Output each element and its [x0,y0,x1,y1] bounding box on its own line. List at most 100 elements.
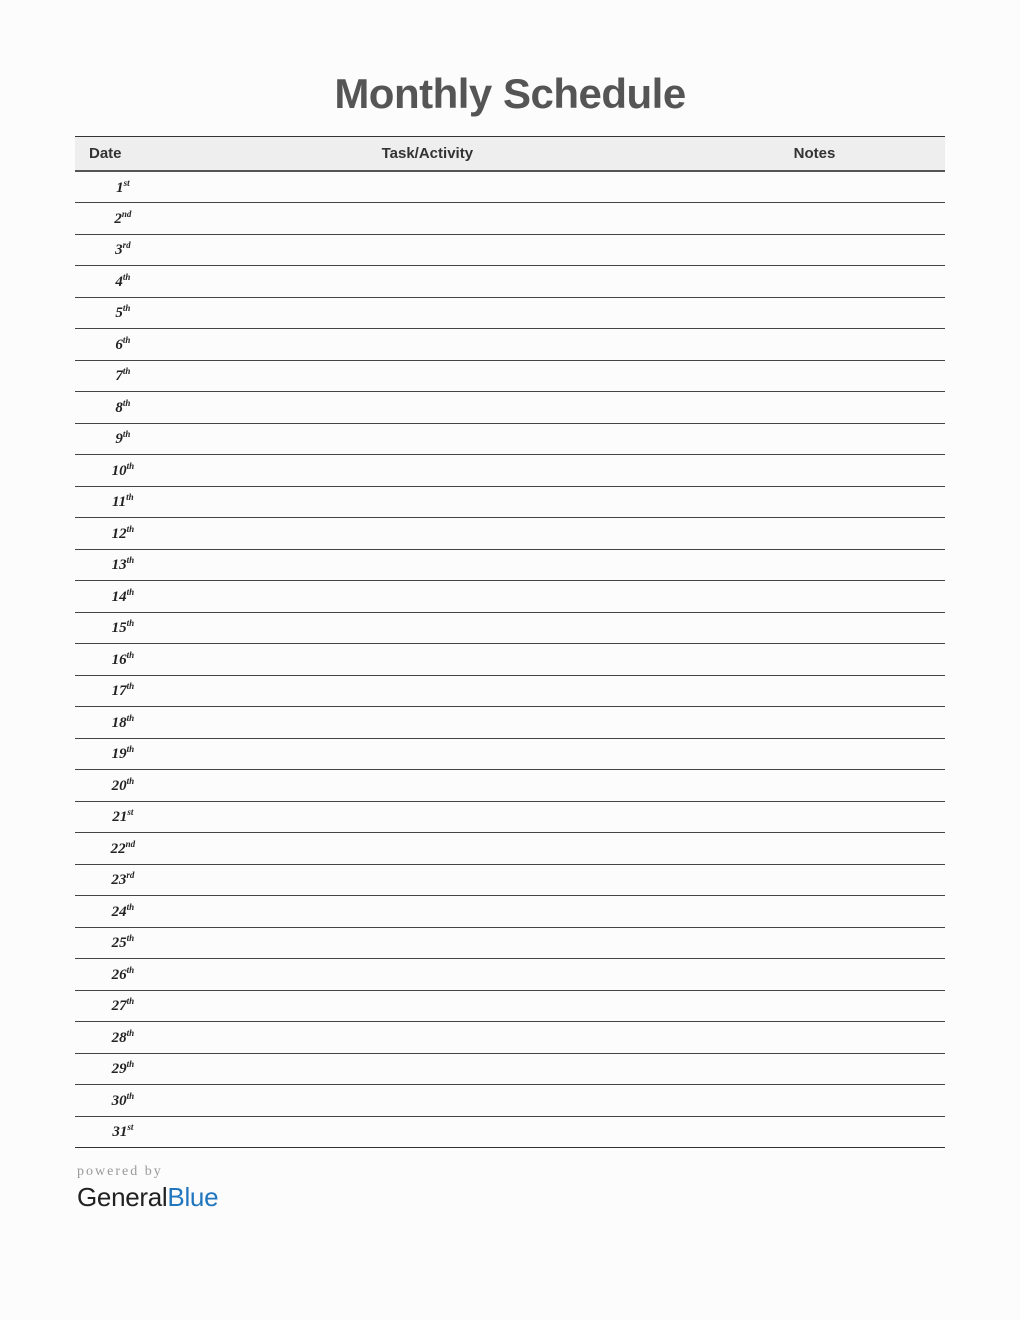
table-row: 15th [75,612,945,644]
brand-part2: Blue [167,1182,218,1212]
col-header-notes: Notes [684,137,945,172]
date-suffix: th [123,366,131,376]
notes-cell[interactable] [684,864,945,896]
date-suffix: rd [126,870,134,880]
notes-cell[interactable] [684,423,945,455]
task-cell[interactable] [171,234,684,266]
task-cell[interactable] [171,864,684,896]
notes-cell[interactable] [684,1053,945,1085]
task-cell[interactable] [171,1053,684,1085]
notes-cell[interactable] [684,896,945,928]
date-suffix: st [127,807,133,817]
notes-cell[interactable] [684,203,945,235]
task-cell[interactable] [171,927,684,959]
notes-cell[interactable] [684,234,945,266]
notes-cell[interactable] [684,486,945,518]
notes-cell[interactable] [684,738,945,770]
notes-cell[interactable] [684,801,945,833]
task-cell[interactable] [171,581,684,613]
notes-cell[interactable] [684,266,945,298]
date-cell: 15th [75,612,171,644]
table-row: 17th [75,675,945,707]
table-row: 23rd [75,864,945,896]
task-cell[interactable] [171,738,684,770]
task-cell[interactable] [171,549,684,581]
task-cell[interactable] [171,833,684,865]
task-cell[interactable] [171,329,684,361]
notes-cell[interactable] [684,455,945,487]
table-row: 1st [75,171,945,203]
date-suffix: th [127,965,135,975]
notes-cell[interactable] [684,770,945,802]
date-number: 17 [112,683,127,699]
task-cell[interactable] [171,360,684,392]
date-cell: 22nd [75,833,171,865]
task-cell[interactable] [171,171,684,203]
task-cell[interactable] [171,896,684,928]
date-number: 6 [115,337,123,353]
date-cell: 8th [75,392,171,424]
task-cell[interactable] [171,297,684,329]
task-cell[interactable] [171,675,684,707]
date-suffix: th [127,1028,135,1038]
task-cell[interactable] [171,644,684,676]
notes-cell[interactable] [684,644,945,676]
notes-cell[interactable] [684,1116,945,1148]
notes-cell[interactable] [684,675,945,707]
notes-cell[interactable] [684,360,945,392]
task-cell[interactable] [171,203,684,235]
table-row: 16th [75,644,945,676]
task-cell[interactable] [171,801,684,833]
date-number: 12 [112,526,127,542]
table-row: 18th [75,707,945,739]
notes-cell[interactable] [684,581,945,613]
notes-cell[interactable] [684,329,945,361]
task-cell[interactable] [171,518,684,550]
task-cell[interactable] [171,423,684,455]
date-suffix: rd [123,240,131,250]
date-number: 19 [112,746,127,762]
date-number: 23 [111,872,126,888]
date-suffix: th [127,776,135,786]
notes-cell[interactable] [684,171,945,203]
notes-cell[interactable] [684,549,945,581]
task-cell[interactable] [171,959,684,991]
notes-cell[interactable] [684,1022,945,1054]
table-row: 5th [75,297,945,329]
table-row: 30th [75,1085,945,1117]
notes-cell[interactable] [684,707,945,739]
date-cell: 6th [75,329,171,361]
notes-cell[interactable] [684,518,945,550]
date-number: 14 [112,589,127,605]
task-cell[interactable] [171,770,684,802]
notes-cell[interactable] [684,990,945,1022]
date-suffix: th [127,587,135,597]
task-cell[interactable] [171,612,684,644]
notes-cell[interactable] [684,959,945,991]
task-cell[interactable] [171,486,684,518]
notes-cell[interactable] [684,612,945,644]
date-suffix: th [127,681,135,691]
task-cell[interactable] [171,707,684,739]
task-cell[interactable] [171,392,684,424]
task-cell[interactable] [171,1022,684,1054]
task-cell[interactable] [171,990,684,1022]
table-row: 28th [75,1022,945,1054]
task-cell[interactable] [171,1116,684,1148]
date-cell: 29th [75,1053,171,1085]
notes-cell[interactable] [684,297,945,329]
notes-cell[interactable] [684,833,945,865]
task-cell[interactable] [171,266,684,298]
task-cell[interactable] [171,455,684,487]
date-cell: 13th [75,549,171,581]
notes-cell[interactable] [684,927,945,959]
table-row: 24th [75,896,945,928]
task-cell[interactable] [171,1085,684,1117]
footer: powered by GeneralBlue [75,1164,945,1213]
date-number: 13 [112,557,127,573]
col-header-date: Date [75,137,171,172]
notes-cell[interactable] [684,392,945,424]
date-number: 11 [112,494,126,510]
date-suffix: th [123,272,131,282]
notes-cell[interactable] [684,1085,945,1117]
